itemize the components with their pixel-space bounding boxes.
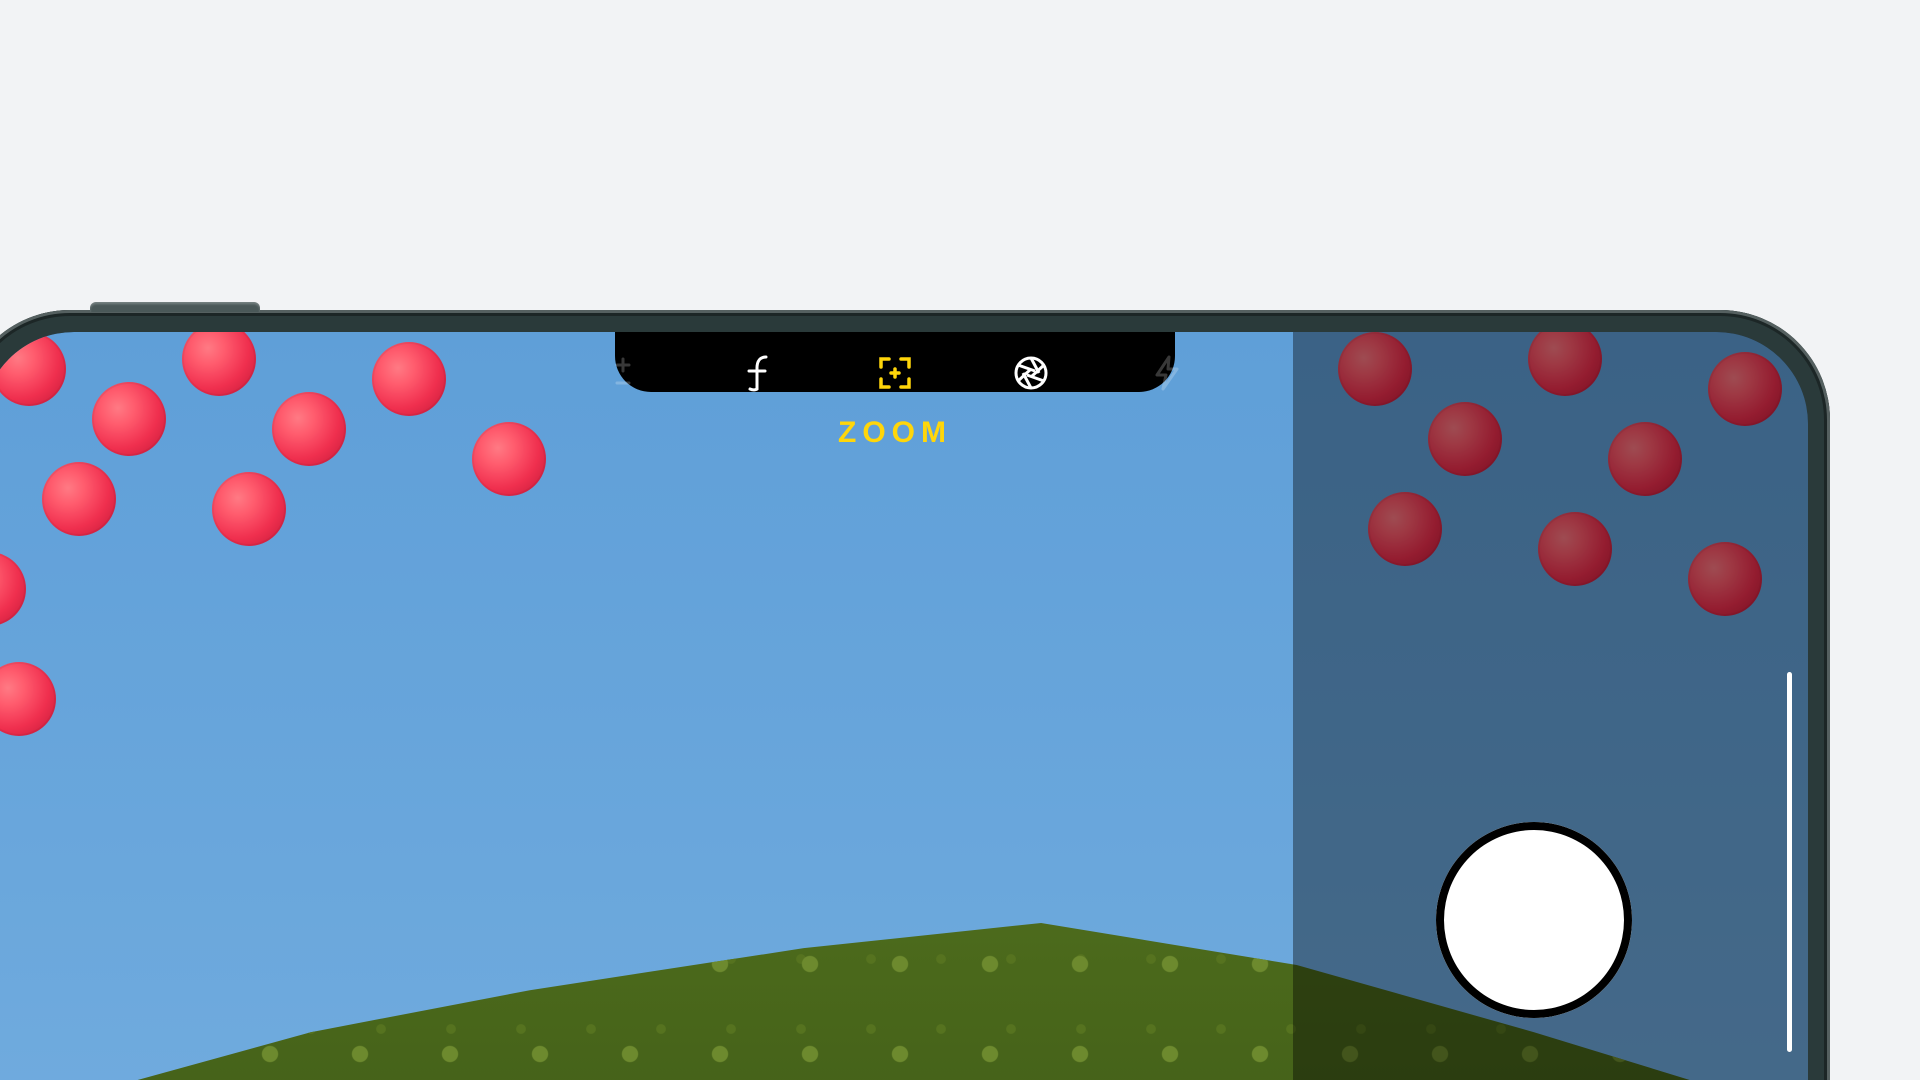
aperture-f-button[interactable]	[737, 351, 781, 395]
camera-app-screen: ZOOM	[0, 332, 1808, 1080]
level-indicator	[1787, 672, 1792, 1052]
flash-icon	[1147, 353, 1187, 393]
iphone-device-frame: ZOOM	[0, 310, 1830, 1080]
aperture-blades-icon	[1011, 353, 1051, 393]
zoom-crop-button[interactable]	[873, 351, 917, 395]
side-button	[90, 302, 260, 312]
shutter-button[interactable]	[1436, 822, 1632, 1018]
scene-flowers	[0, 552, 102, 812]
crop-frame-icon	[875, 353, 915, 393]
camera-top-controls	[0, 338, 1808, 408]
plus-minus-icon	[603, 353, 643, 393]
exposure-button[interactable]	[601, 351, 645, 395]
flash-button[interactable]	[1145, 351, 1189, 395]
mode-indicator-label: ZOOM	[838, 416, 952, 450]
capture-controls-panel	[1293, 332, 1808, 1080]
shutter-speed-button[interactable]	[1009, 351, 1053, 395]
f-stop-icon	[739, 353, 779, 393]
